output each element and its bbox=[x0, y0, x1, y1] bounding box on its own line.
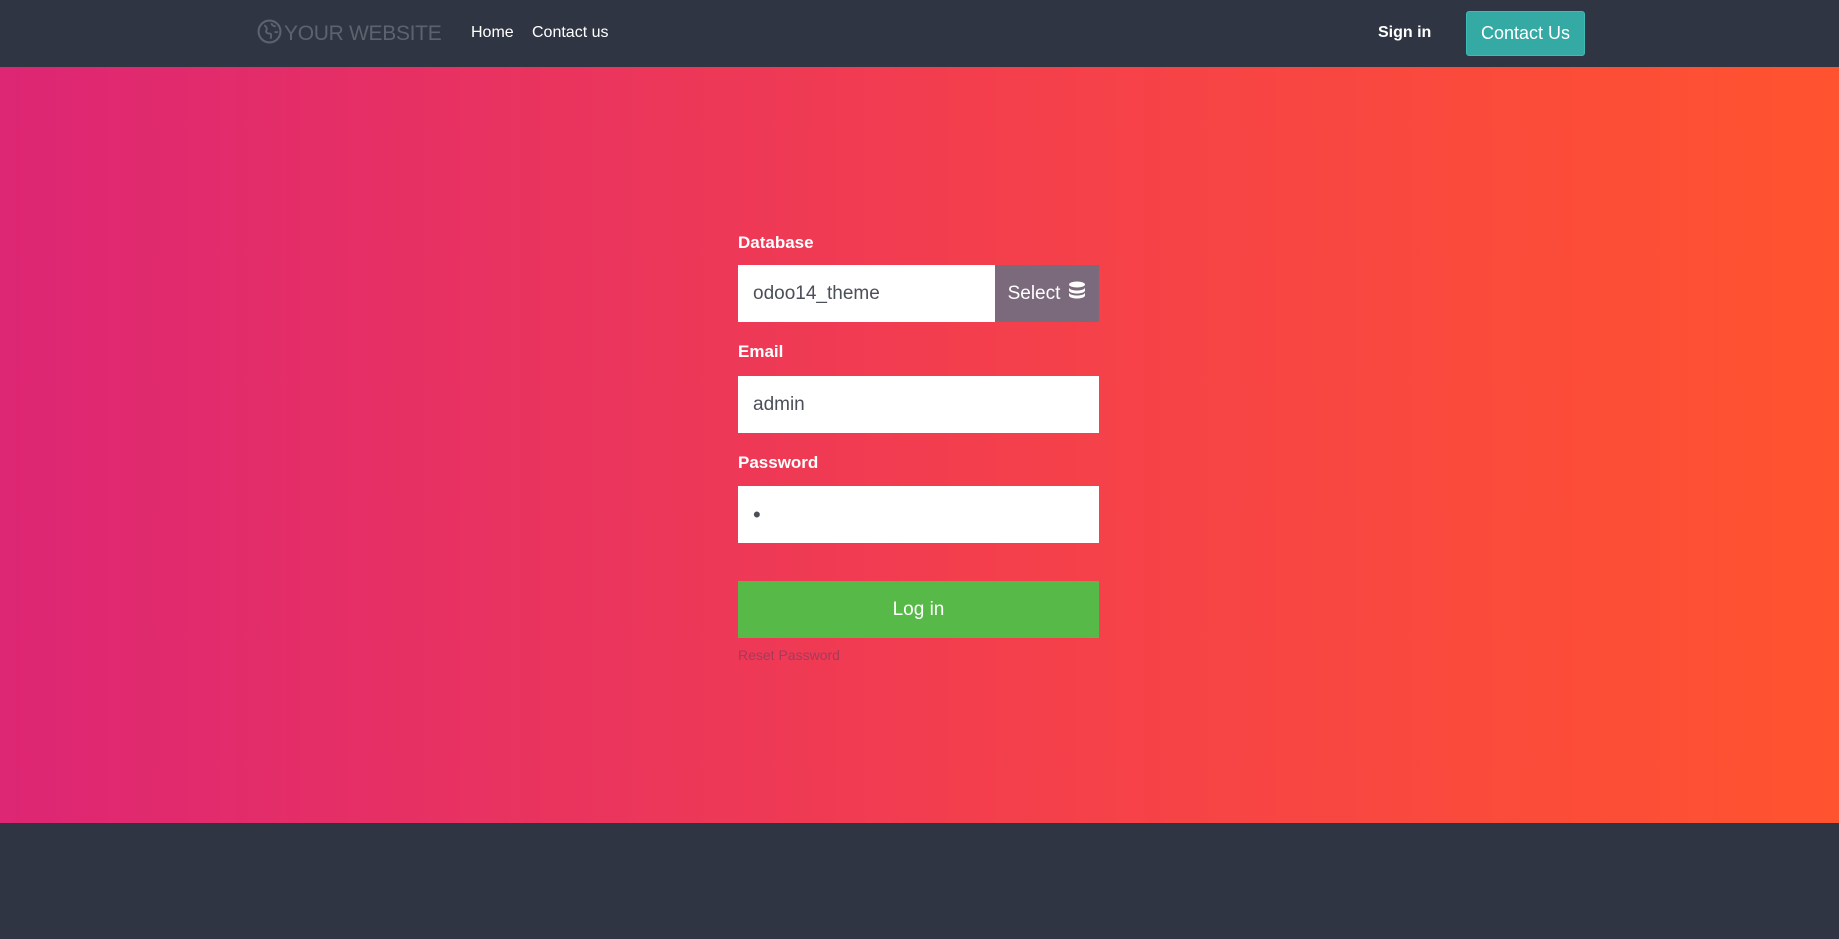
login-hero: Database odoo14_theme Select Email admin… bbox=[0, 67, 1839, 823]
email-label: Email bbox=[738, 342, 784, 361]
contact-us-button[interactable]: Contact Us bbox=[1466, 11, 1585, 56]
top-navbar: YOUR WEBSITE Home Contact us Sign in Con… bbox=[0, 0, 1839, 67]
password-label: Password bbox=[738, 453, 819, 472]
reset-password-link[interactable]: Reset Password bbox=[738, 647, 840, 663]
select-database-button[interactable]: Select bbox=[995, 265, 1099, 322]
footer bbox=[0, 823, 1839, 939]
sign-in-link[interactable]: Sign in bbox=[1378, 24, 1431, 42]
database-field[interactable]: odoo14_theme bbox=[738, 265, 995, 322]
select-button-label: Select bbox=[1007, 282, 1061, 304]
login-button[interactable]: Log in bbox=[738, 581, 1099, 638]
email-field[interactable]: admin bbox=[738, 376, 1099, 433]
password-field[interactable]: • bbox=[738, 486, 1099, 543]
globe-icon bbox=[257, 19, 284, 50]
nav-link-home[interactable]: Home bbox=[471, 24, 514, 42]
database-label: Database bbox=[738, 233, 814, 252]
logo-text: YOUR WEBSITE bbox=[284, 22, 442, 45]
nav-link-contact-us[interactable]: Contact us bbox=[532, 24, 608, 42]
website-logo[interactable]: YOUR WEBSITE bbox=[257, 17, 442, 51]
database-icon bbox=[1068, 281, 1086, 307]
